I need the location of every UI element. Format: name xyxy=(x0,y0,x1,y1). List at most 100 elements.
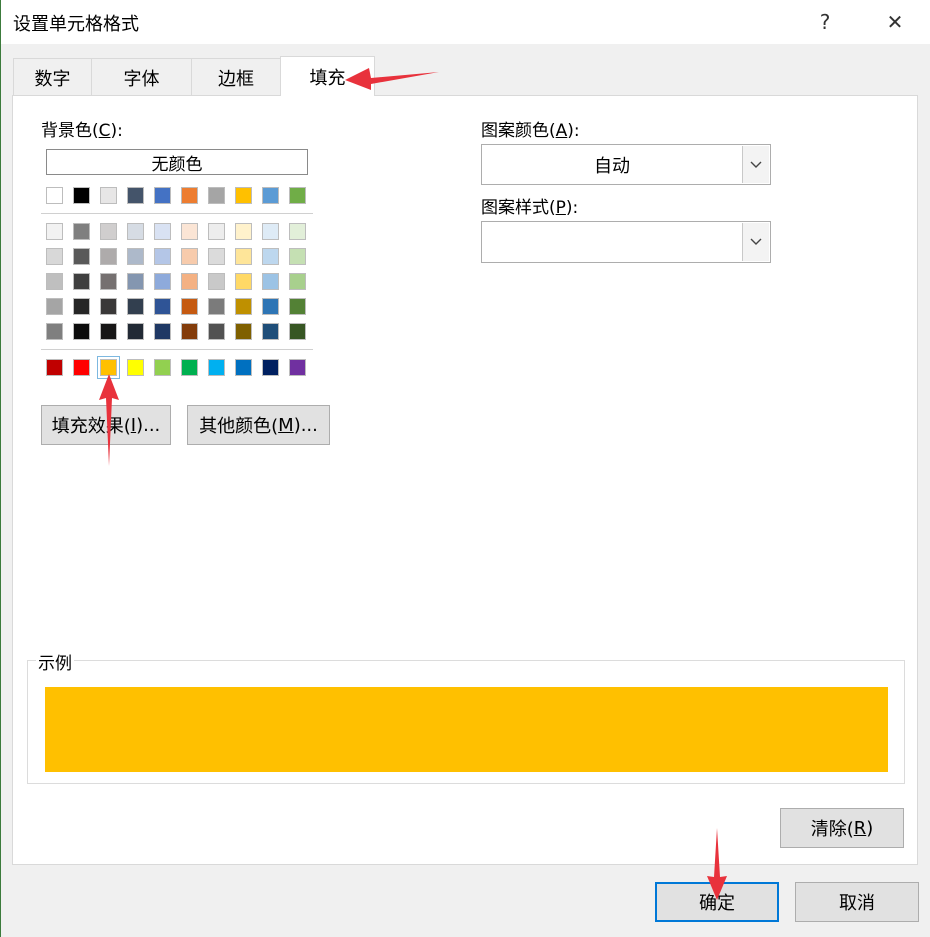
theme-shade-swatch[interactable] xyxy=(154,248,171,265)
help-button[interactable]: ? xyxy=(805,6,845,38)
sample-label: 示例 xyxy=(36,649,74,674)
theme-shade-swatch[interactable] xyxy=(181,248,198,265)
standard-color-swatch[interactable] xyxy=(127,359,144,376)
theme-color-swatch[interactable] xyxy=(208,187,225,204)
theme-color-swatch[interactable] xyxy=(154,187,171,204)
standard-color-swatch[interactable] xyxy=(97,356,120,379)
format-cells-dialog: 设置单元格格式 ? ✕ 数字 字体 边框 填充 背景色(C): 无颜色 填充效果… xyxy=(0,0,930,937)
palette-divider xyxy=(41,349,313,350)
sample-group: 示例 xyxy=(27,649,905,784)
theme-shade-swatch[interactable] xyxy=(46,248,63,265)
theme-color-swatch[interactable] xyxy=(289,187,306,204)
close-button[interactable]: ✕ xyxy=(875,6,915,38)
more-colors-button[interactable]: 其他颜色(M)... xyxy=(187,405,330,445)
theme-shade-swatch[interactable] xyxy=(208,273,225,290)
theme-shade-swatch[interactable] xyxy=(46,223,63,240)
theme-shade-swatch[interactable] xyxy=(73,298,90,315)
theme-shade-swatch[interactable] xyxy=(100,298,117,315)
standard-color-swatch[interactable] xyxy=(289,359,306,376)
palette-divider xyxy=(41,213,313,214)
pattern-style-value xyxy=(482,222,742,262)
cancel-button[interactable]: 取消 xyxy=(795,882,919,922)
theme-shade-swatch[interactable] xyxy=(46,323,63,340)
theme-shade-swatch[interactable] xyxy=(100,323,117,340)
pattern-style-label: 图案样式(P): xyxy=(481,198,579,218)
fill-panel: 背景色(C): 无颜色 填充效果(I)... 其他颜色(M)... 图案颜色(A… xyxy=(12,95,918,865)
pattern-style-select[interactable] xyxy=(481,221,771,263)
theme-shade-swatch[interactable] xyxy=(262,248,279,265)
theme-shade-swatch[interactable] xyxy=(46,298,63,315)
theme-shade-swatch[interactable] xyxy=(181,298,198,315)
theme-shade-swatch[interactable] xyxy=(289,248,306,265)
theme-shade-swatch[interactable] xyxy=(100,273,117,290)
standard-color-swatch[interactable] xyxy=(46,359,63,376)
chevron-down-icon[interactable] xyxy=(742,223,769,261)
theme-shade-swatch[interactable] xyxy=(73,273,90,290)
sample-preview xyxy=(45,687,888,772)
theme-shade-swatch[interactable] xyxy=(127,273,144,290)
dialog-title: 设置单元格格式 xyxy=(13,14,139,35)
standard-color-swatch[interactable] xyxy=(181,359,198,376)
theme-shade-swatch[interactable] xyxy=(235,298,252,315)
theme-shade-swatch[interactable] xyxy=(235,223,252,240)
clear-button[interactable]: 清除(R) xyxy=(780,808,904,848)
theme-shade-swatch[interactable] xyxy=(73,223,90,240)
theme-shade-swatch[interactable] xyxy=(100,248,117,265)
theme-shade-swatch[interactable] xyxy=(46,273,63,290)
theme-shade-swatch[interactable] xyxy=(181,223,198,240)
theme-shade-swatch[interactable] xyxy=(262,298,279,315)
tab-fill[interactable]: 填充 xyxy=(280,56,375,96)
theme-color-swatch[interactable] xyxy=(181,187,198,204)
theme-shade-swatch[interactable] xyxy=(73,248,90,265)
title-bar: 设置单元格格式 ? ✕ xyxy=(1,0,930,44)
theme-color-swatch[interactable] xyxy=(127,187,144,204)
standard-color-swatch[interactable] xyxy=(154,359,171,376)
tab-border[interactable]: 边框 xyxy=(191,58,281,96)
tab-font[interactable]: 字体 xyxy=(91,58,192,96)
background-color-label: 背景色(C): xyxy=(41,121,123,141)
pattern-color-select[interactable]: 自动 xyxy=(481,144,771,185)
theme-shade-swatch[interactable] xyxy=(127,323,144,340)
theme-shade-swatch[interactable] xyxy=(235,273,252,290)
theme-shade-swatch[interactable] xyxy=(289,273,306,290)
theme-shade-swatch[interactable] xyxy=(208,298,225,315)
theme-shade-swatch[interactable] xyxy=(289,223,306,240)
theme-shade-swatch[interactable] xyxy=(181,323,198,340)
theme-shade-swatch[interactable] xyxy=(73,323,90,340)
theme-shade-swatch[interactable] xyxy=(235,323,252,340)
theme-color-swatch[interactable] xyxy=(100,187,117,204)
theme-shade-swatch[interactable] xyxy=(127,223,144,240)
tab-number[interactable]: 数字 xyxy=(13,58,92,96)
ok-button[interactable]: 确定 xyxy=(655,882,779,922)
theme-shade-swatch[interactable] xyxy=(154,223,171,240)
theme-shade-swatch[interactable] xyxy=(127,298,144,315)
theme-color-swatch[interactable] xyxy=(46,187,63,204)
theme-shade-swatch[interactable] xyxy=(208,223,225,240)
theme-shade-swatch[interactable] xyxy=(154,273,171,290)
chevron-down-icon[interactable] xyxy=(742,146,769,183)
theme-shade-swatch[interactable] xyxy=(262,273,279,290)
pattern-color-label: 图案颜色(A): xyxy=(481,121,580,141)
theme-color-swatch[interactable] xyxy=(262,187,279,204)
standard-color-swatch[interactable] xyxy=(208,359,225,376)
theme-shade-swatch[interactable] xyxy=(127,248,144,265)
theme-color-swatch[interactable] xyxy=(235,187,252,204)
theme-shade-swatch[interactable] xyxy=(235,248,252,265)
theme-shade-swatch[interactable] xyxy=(208,248,225,265)
theme-shade-swatch[interactable] xyxy=(289,298,306,315)
standard-color-swatch[interactable] xyxy=(73,359,90,376)
theme-shade-swatch[interactable] xyxy=(154,323,171,340)
fill-effects-button[interactable]: 填充效果(I)... xyxy=(41,405,171,445)
theme-shade-swatch[interactable] xyxy=(262,223,279,240)
theme-shade-swatch[interactable] xyxy=(181,273,198,290)
theme-shade-swatch[interactable] xyxy=(208,323,225,340)
theme-shade-swatch[interactable] xyxy=(262,323,279,340)
theme-shade-swatch[interactable] xyxy=(100,223,117,240)
pattern-color-value: 自动 xyxy=(594,155,630,177)
theme-shade-swatch[interactable] xyxy=(154,298,171,315)
theme-color-swatch[interactable] xyxy=(73,187,90,204)
no-color-button[interactable]: 无颜色 xyxy=(46,149,308,175)
standard-color-swatch[interactable] xyxy=(235,359,252,376)
standard-color-swatch[interactable] xyxy=(262,359,279,376)
theme-shade-swatch[interactable] xyxy=(289,323,306,340)
